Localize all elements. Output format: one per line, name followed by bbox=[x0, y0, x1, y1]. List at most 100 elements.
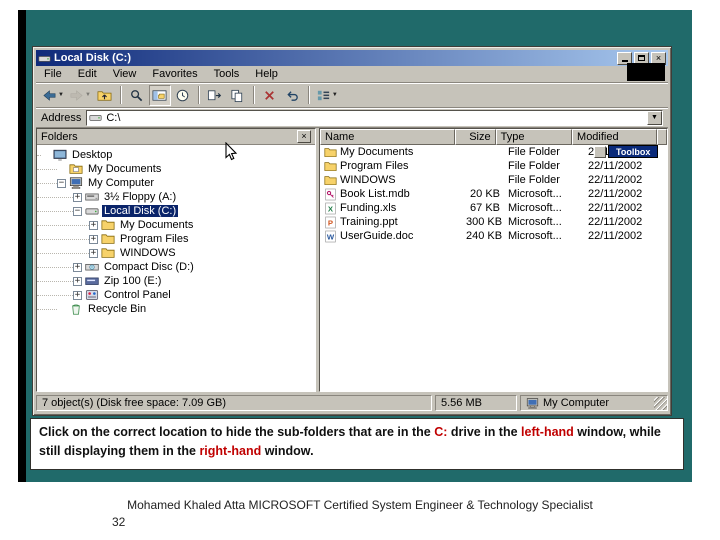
history-button[interactable] bbox=[172, 85, 194, 106]
tree-item-zip-100-e[interactable]: + Zip 100 (E:) bbox=[37, 274, 315, 288]
file-type: File Folder bbox=[508, 174, 560, 186]
tree-item-label: My Documents bbox=[88, 163, 162, 175]
file-name-label: Program Files bbox=[340, 160, 409, 172]
status-zone: My Computer bbox=[520, 395, 668, 411]
tree-item-control-panel[interactable]: + Control Panel bbox=[37, 288, 315, 302]
file-row-funding-xls[interactable]: X Funding.xls 67 KB Microsoft... 22/11/2002 bbox=[320, 201, 667, 215]
menu-edit[interactable]: Edit bbox=[78, 68, 97, 80]
file-row-userguide-doc[interactable]: W UserGuide.doc 240 KB Microsoft... 22/11/20… bbox=[320, 229, 667, 243]
file-row-windows[interactable]: WINDOWS File Folder 22/11/2002 bbox=[320, 173, 667, 187]
instruction-box: Click on the correct location to hide th… bbox=[30, 418, 684, 470]
slide-left-bar bbox=[18, 10, 26, 482]
forward-button[interactable]: ▼ bbox=[67, 85, 93, 106]
menu-tools[interactable]: Tools bbox=[214, 68, 240, 80]
copy-to-icon bbox=[230, 88, 245, 103]
tree-item-program-files[interactable]: + Program Files bbox=[37, 232, 315, 246]
tree-indent bbox=[37, 266, 73, 268]
collapse-icon[interactable]: − bbox=[73, 206, 82, 216]
undo-button[interactable] bbox=[282, 85, 304, 106]
up-button[interactable] bbox=[94, 85, 116, 106]
toolbar-separator bbox=[197, 86, 200, 104]
back-button[interactable]: ▼ bbox=[40, 85, 66, 106]
tree-item-my-computer[interactable]: − My Computer bbox=[37, 176, 315, 190]
file-name: WINDOWS bbox=[320, 174, 462, 187]
tree-indent bbox=[37, 210, 73, 212]
status-objects: 7 object(s) (Disk free space: 7.09 GB) bbox=[36, 395, 432, 411]
resize-grip[interactable] bbox=[654, 397, 667, 410]
expand-icon[interactable]: + bbox=[73, 262, 82, 272]
title-bar[interactable]: Local Disk (C:) × bbox=[36, 50, 668, 66]
expand-icon[interactable]: + bbox=[89, 248, 98, 258]
instruction-segment: Click on the correct location to hide th… bbox=[39, 425, 435, 439]
folders-pane-header: Folders × bbox=[37, 129, 315, 145]
svg-text:P: P bbox=[328, 218, 333, 227]
address-bar: Address C:\ ▼ bbox=[36, 108, 668, 128]
file-row-program-files[interactable]: Program Files File Folder 22/11/2002 bbox=[320, 159, 667, 173]
views-button[interactable]: ▼ bbox=[314, 85, 340, 106]
file-name-label: My Documents bbox=[340, 146, 414, 158]
menu-help[interactable]: Help bbox=[255, 68, 278, 80]
tree-item-3-floppy-a[interactable]: +3½ Floppy (A:) bbox=[37, 190, 315, 204]
delete-button[interactable] bbox=[259, 85, 281, 106]
file-row-book-list-mdb[interactable]: Book List.mdb 20 KB Microsoft... 22/11/2002 bbox=[320, 187, 667, 201]
disk-icon bbox=[89, 111, 102, 124]
floppy-icon bbox=[85, 190, 99, 204]
desktop-icon bbox=[53, 148, 67, 162]
tree-indent bbox=[37, 154, 41, 156]
column-header-modified[interactable]: Modified bbox=[572, 129, 657, 145]
menu-file[interactable]: File bbox=[44, 68, 62, 80]
instruction-segment: C: bbox=[434, 425, 448, 439]
file-name-label: Book List.mdb bbox=[340, 188, 410, 200]
menu-favorites[interactable]: Favorites bbox=[152, 68, 197, 80]
file-row-training-ppt[interactable]: P Training.ppt 300 KB Microsoft... 22/11/200… bbox=[320, 215, 667, 229]
explorer-window: Local Disk (C:) × File Edit View Favorites T… bbox=[32, 46, 672, 416]
folders-close-button[interactable]: × bbox=[297, 130, 311, 143]
status-size: 5.56 MB bbox=[435, 395, 517, 411]
copy-to-button[interactable] bbox=[227, 85, 249, 106]
expand-icon[interactable]: + bbox=[73, 192, 82, 202]
search-button[interactable] bbox=[126, 85, 148, 106]
expand-icon[interactable]: + bbox=[89, 234, 98, 244]
folder-docs-icon bbox=[69, 162, 83, 176]
tree-indent bbox=[37, 196, 73, 198]
tree-item-my-documents[interactable]: + My Documents bbox=[37, 218, 315, 232]
file-type: File Folder bbox=[508, 160, 560, 172]
tree-item-compact-disc-d[interactable]: + Compact Disc (D:) bbox=[37, 260, 315, 274]
menu-view[interactable]: View bbox=[113, 68, 137, 80]
tree-item-windows[interactable]: + WINDOWS bbox=[37, 246, 315, 260]
file-modified: 22/11/2002 bbox=[588, 188, 643, 200]
expand-icon[interactable]: + bbox=[73, 290, 82, 300]
black-box-overlay bbox=[627, 63, 665, 81]
page-number: 32 bbox=[112, 515, 126, 529]
address-dropdown-button[interactable]: ▼ bbox=[647, 110, 662, 125]
mouse-cursor bbox=[225, 142, 238, 161]
toolbox-float[interactable]: Toolbox bbox=[594, 145, 659, 158]
folders-button[interactable] bbox=[148, 84, 171, 106]
folder-icon bbox=[324, 146, 337, 159]
file-name: Program Files bbox=[320, 160, 462, 173]
collapse-icon[interactable]: − bbox=[57, 178, 66, 188]
window-body: Folders × Desktop My Documents − My Compute… bbox=[36, 128, 668, 392]
instruction-segment: drive in the bbox=[447, 425, 522, 439]
instruction-segment: window. bbox=[261, 444, 314, 459]
window-title: Local Disk (C:) bbox=[54, 52, 132, 64]
tree-item-local-disk-c[interactable]: − Local Disk (C:) bbox=[37, 204, 315, 218]
expand-icon[interactable]: + bbox=[73, 276, 82, 286]
mdb-icon bbox=[324, 188, 337, 201]
tree-item-desktop[interactable]: Desktop bbox=[37, 148, 315, 162]
column-header-name[interactable]: Name bbox=[320, 129, 456, 145]
maximize-icon bbox=[638, 55, 645, 61]
move-to-button[interactable] bbox=[204, 85, 226, 106]
tree-item-recycle-bin[interactable]: Recycle Bin bbox=[37, 302, 315, 316]
tree-item-label: Zip 100 (E:) bbox=[104, 275, 162, 287]
column-header-type[interactable]: Type bbox=[495, 129, 573, 145]
tree-indent bbox=[37, 168, 57, 170]
folders-pane-title: Folders bbox=[41, 130, 78, 143]
column-header-size[interactable]: Size bbox=[455, 129, 496, 145]
tree-item-my-documents[interactable]: My Documents bbox=[37, 162, 315, 176]
instruction-text: Click on the correct location to hide th… bbox=[39, 423, 675, 462]
expand-icon[interactable]: + bbox=[89, 220, 98, 230]
address-input[interactable]: C:\ ▼ bbox=[86, 109, 663, 126]
control-panel-icon bbox=[85, 288, 99, 302]
page: Local Disk (C:) × File Edit View Favorites T… bbox=[0, 0, 720, 540]
